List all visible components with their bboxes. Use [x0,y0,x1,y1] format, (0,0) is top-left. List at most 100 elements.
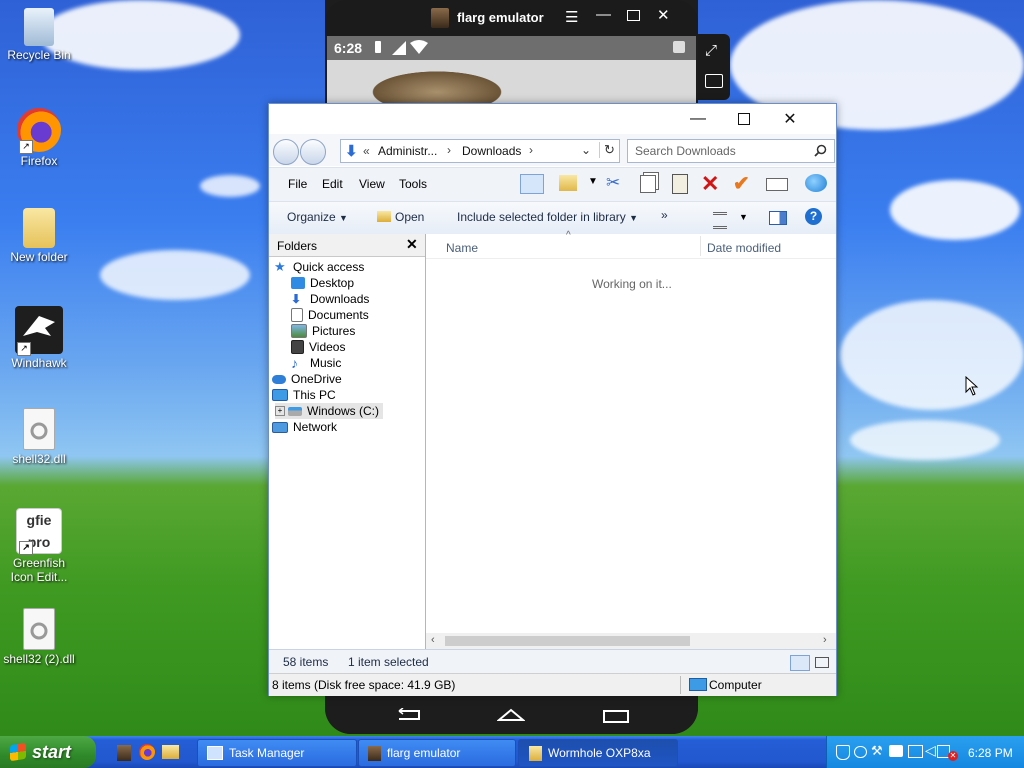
task-task-manager[interactable]: Task Manager [197,739,357,767]
details-view-icon[interactable] [790,655,810,671]
task-flarg-emulator[interactable]: flarg emulator [358,739,516,767]
emulator-titlebar[interactable]: flarg emulator ☰ — ✕ [325,0,698,36]
desktop-icon-firefox[interactable]: ↗ Firefox [3,108,75,168]
organize-button[interactable]: Organize ▼ [287,210,348,224]
maximize-button[interactable] [721,104,767,134]
tree-pictures[interactable]: Pictures [291,323,355,339]
chevron-down-icon[interactable]: ▼ [739,212,748,222]
close-button[interactable]: ✕ [767,104,813,134]
menu-view[interactable]: View [359,177,385,191]
copy-icon[interactable] [640,175,656,193]
desktop-icon-greenfish[interactable]: gfie pro ↗ Greenfish Icon Edit... [3,508,75,584]
tree-network[interactable]: Network [272,419,337,435]
desktop-icon-new-folder[interactable]: New folder [3,208,75,264]
tray-shield-icon[interactable] [836,745,850,760]
address-overflow[interactable]: « [363,144,370,158]
tree-downloads[interactable]: ⬇ Downloads [291,291,369,307]
tree-onedrive[interactable]: OneDrive [272,371,342,387]
breadcrumb-administrator[interactable]: Administr... [378,144,437,158]
desktop-icon-shell32-2-dll[interactable]: shell32 (2).dll [3,608,75,666]
more-commands-button[interactable]: » [661,208,668,222]
open-button[interactable]: Open [377,210,424,224]
search-icon [814,144,827,157]
include-in-library-button[interactable]: Include selected folder in library ▼ [457,210,638,224]
emulator-screen[interactable]: 6:28 [327,36,696,106]
column-divider[interactable] [700,236,701,256]
tray-volume-icon[interactable]: ◁ [925,742,936,759]
breadcrumb-downloads[interactable]: Downloads [462,144,521,158]
refresh-icon[interactable]: ↻ [599,142,615,158]
desktop-icon-shell32-dll[interactable]: shell32.dll [3,408,75,466]
paste-icon[interactable] [672,174,688,194]
views-folder-icon[interactable] [559,175,577,191]
signal-icon [392,41,406,55]
quicklaunch-firefox-icon[interactable] [139,744,155,760]
fullscreen-icon[interactable]: ⤢ [705,42,717,59]
emulator-maximize-button[interactable] [627,10,640,21]
close-pane-icon[interactable]: ✕ [406,236,418,253]
rename-icon[interactable] [766,178,788,191]
disk-free-space: 8 items (Disk free space: 41.9 GB) [272,678,456,692]
back-icon[interactable] [395,708,423,722]
breadcrumb-separator-icon[interactable]: › [447,143,451,157]
column-date-modified[interactable]: Date modified [707,241,781,255]
menu-tools[interactable]: Tools [399,177,427,191]
tray-windhawk-icon[interactable] [889,745,903,757]
tray-network-icon[interactable] [908,745,923,758]
preview-pane-icon[interactable] [769,211,787,225]
expand-icon[interactable]: + [275,406,285,416]
horizontal-scrollbar[interactable]: ‹ › [426,633,836,649]
recents-icon[interactable] [603,710,629,723]
home-icon[interactable] [497,708,525,722]
shell-icon[interactable] [805,174,827,192]
emulator-menu-button[interactable]: ☰ [565,8,578,26]
desktop-icon-label: Greenfish Icon Edit... [10,556,68,584]
navigation-pane-icon[interactable] [520,174,544,194]
address-bar[interactable]: ⬇ « Administr... › Downloads › ⌄ ↻ [340,139,620,163]
android-status-bar: 6:28 [327,36,696,60]
menu-edit[interactable]: Edit [322,177,343,191]
quicklaunch-emulator-icon[interactable] [117,745,131,761]
tray-error-icon[interactable]: ✕ [948,751,958,761]
quicklaunch-explorer-icon[interactable] [162,745,179,759]
forward-button[interactable] [300,139,326,165]
cut-icon[interactable]: ✂ [606,173,620,193]
start-button[interactable]: start [0,736,96,768]
scroll-right-icon[interactable]: › [823,634,827,646]
view-options-icon[interactable] [713,212,727,229]
scroll-left-icon[interactable]: ‹ [431,634,435,646]
large-icons-view-icon[interactable] [815,657,829,668]
file-list[interactable]: ^ Name Date modified Working on it... [426,230,836,649]
folder-icon [23,208,55,248]
keyboard-icon[interactable] [705,74,723,88]
help-icon[interactable]: ? [805,208,822,225]
tree-music[interactable]: ♪ Music [291,355,341,371]
delete-icon[interactable]: ✕ [701,171,719,197]
column-name[interactable]: Name [446,241,478,255]
scroll-thumb[interactable] [445,636,690,646]
emulator-minimize-button[interactable]: — [596,6,611,23]
battery-icon [375,41,381,53]
tree-videos[interactable]: Videos [291,339,345,355]
tree-quick-access[interactable]: ★ Quick access [274,259,364,275]
emulator-close-button[interactable]: ✕ [657,6,670,24]
explorer-titlebar[interactable]: — ✕ [269,104,836,134]
tree-windows-c[interactable]: + Windows (C:) [275,403,384,419]
tree-this-pc[interactable]: This PC [272,387,336,403]
tree-desktop[interactable]: Desktop [291,275,354,291]
search-box[interactable]: Search Downloads [627,139,835,163]
address-dropdown-icon[interactable]: ⌄ [581,143,591,157]
tree-documents[interactable]: Documents [291,307,369,323]
desktop-icon-windhawk[interactable]: ↗ Windhawk [3,306,75,370]
views-dropdown-icon[interactable]: ▼ [588,176,598,187]
desktop-icon-recycle-bin[interactable]: Recycle Bin [3,8,75,62]
tray-tools-icon[interactable]: ⚒ [871,743,883,759]
minimize-button[interactable]: — [675,104,721,134]
tray-display-icon[interactable] [854,746,867,758]
breadcrumb-separator-icon[interactable]: › [529,143,533,157]
clock[interactable]: 6:28 PM [968,746,1013,760]
menu-file[interactable]: File [288,177,307,191]
checkmark-icon[interactable]: ✔ [733,171,750,196]
back-button[interactable] [273,139,299,165]
task-wormhole[interactable]: Wormhole OXP8xa [518,739,678,767]
